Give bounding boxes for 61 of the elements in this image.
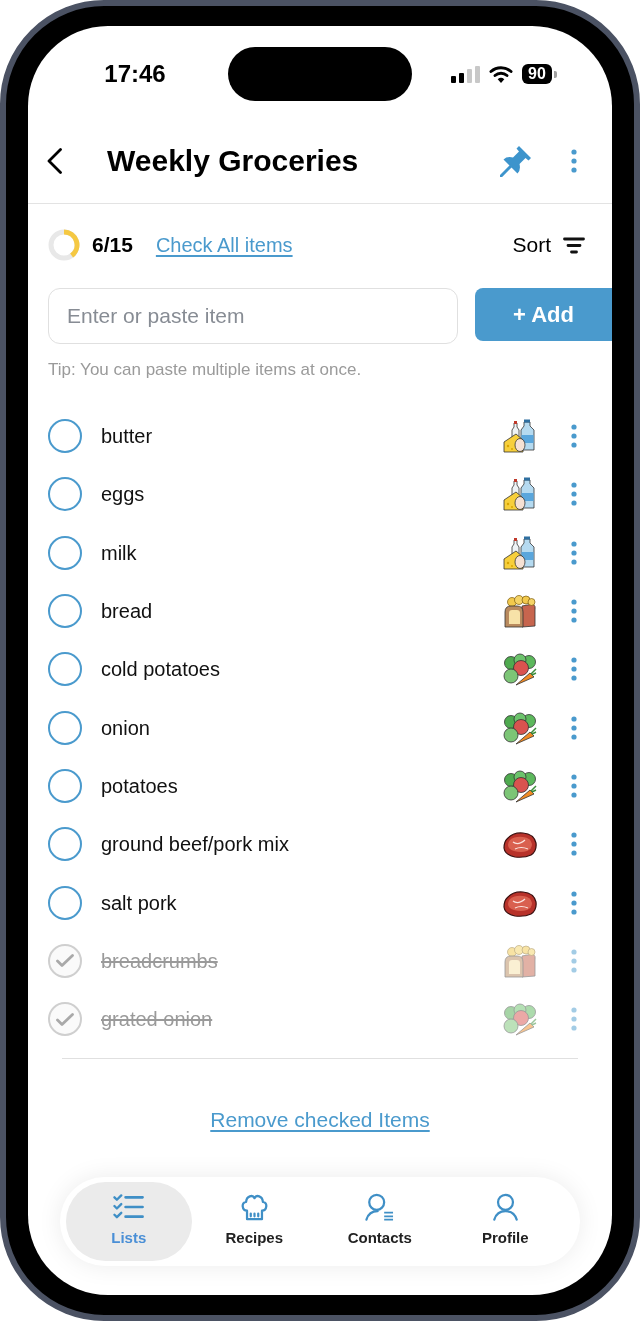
item-checkbox[interactable] [48, 535, 82, 570]
item-name: milk [101, 540, 138, 566]
item-checkbox[interactable] [48, 594, 82, 629]
more-icon[interactable] [571, 832, 577, 857]
vegetables-icon [503, 1002, 537, 1037]
wifi-icon [489, 65, 514, 83]
vegetables-icon [503, 768, 537, 803]
steak-icon [503, 888, 537, 917]
milk-cheese-egg-icon [503, 419, 537, 454]
item-name: cold potatoes [101, 657, 221, 683]
more-icon[interactable] [571, 482, 577, 507]
item-name: potatoes [101, 773, 179, 799]
item-checkbox[interactable] [48, 419, 82, 454]
item-name: grated onion [101, 1007, 214, 1033]
bread-icon [503, 943, 537, 978]
pin-icon[interactable] [500, 145, 532, 177]
item-checkbox[interactable] [48, 652, 82, 687]
tip-text: Tip: You can paste multiple items at once. [47, 360, 363, 380]
nav-tab[interactable]: Recipes [191, 1182, 317, 1261]
steak-icon [503, 830, 537, 859]
nav-tab[interactable]: Profile [442, 1182, 568, 1261]
more-icon[interactable] [571, 424, 577, 449]
bread-icon [503, 594, 537, 629]
milk-cheese-egg-icon [503, 477, 537, 512]
vegetables-icon [503, 652, 537, 687]
more-icon[interactable] [571, 149, 577, 173]
signal-icon [451, 65, 481, 83]
page-title: Weekly Groceries [107, 146, 360, 176]
milk-cheese-egg-icon [503, 535, 537, 570]
person-list-icon [364, 1193, 396, 1222]
filter-lines-icon [563, 236, 585, 254]
item-checkbox[interactable] [48, 710, 82, 745]
item-name: salt pork [101, 890, 178, 916]
item-checkbox[interactable] [48, 827, 82, 862]
sort-button[interactable]: Sort [512, 229, 585, 261]
item-input[interactable]: Enter or paste item [48, 288, 458, 344]
vegetables-icon [503, 710, 537, 745]
back-icon[interactable] [47, 148, 62, 174]
item-checkbox[interactable] [48, 768, 82, 803]
progress-count: 6/15 [92, 232, 133, 259]
item-checkbox[interactable] [48, 943, 82, 978]
item-name: breadcrumbs [101, 948, 219, 974]
status-time: 17:46 [104, 62, 166, 86]
battery-percent: 90 [522, 64, 552, 84]
more-icon[interactable] [571, 599, 577, 624]
nav-tab[interactable]: Contacts [317, 1182, 443, 1261]
check-icon [56, 954, 74, 968]
item-name: ground beef/pork mix [101, 832, 290, 858]
more-icon[interactable] [571, 890, 577, 915]
item-name: bread [101, 599, 154, 625]
check-icon [56, 1012, 74, 1026]
more-icon[interactable] [571, 773, 577, 798]
item-checkbox[interactable] [48, 885, 82, 920]
item-name: onion [101, 715, 151, 741]
more-icon[interactable] [571, 715, 577, 740]
item-name: butter [101, 424, 154, 450]
item-checkbox[interactable] [48, 1002, 82, 1037]
more-icon[interactable] [571, 540, 577, 565]
item-name: eggs [101, 482, 146, 508]
more-icon[interactable] [571, 657, 577, 682]
item-checkbox[interactable] [48, 477, 82, 512]
